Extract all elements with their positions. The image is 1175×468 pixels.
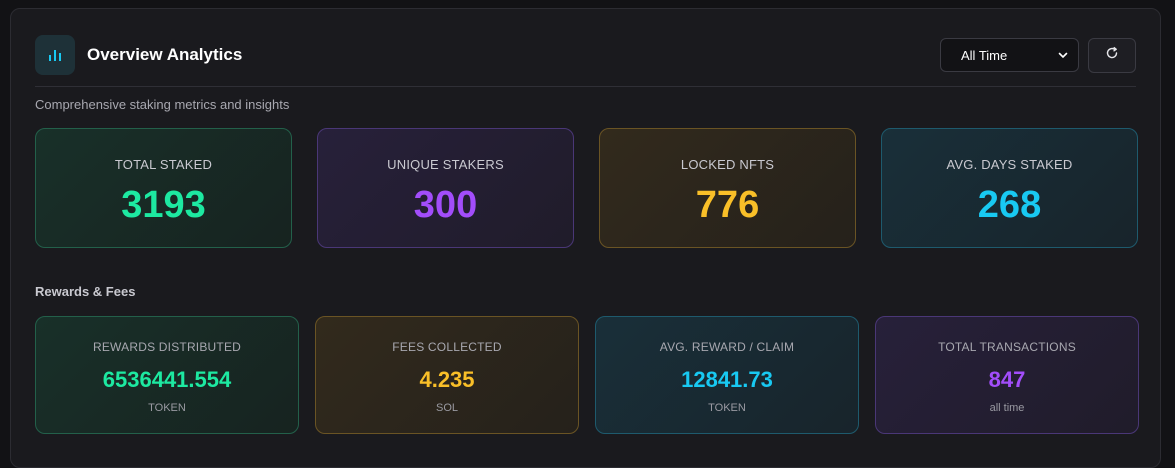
stat-label: TOTAL STAKED <box>114 157 213 172</box>
stat-card-locked-nfts: LOCKED NFTS 776 <box>599 128 856 248</box>
stat-label: LOCKED NFTS <box>680 157 775 172</box>
stat-value: 300 <box>413 184 478 226</box>
panel-header: Overview Analytics All Time <box>35 35 1136 75</box>
reward-unit: TOKEN <box>148 402 186 414</box>
stat-value: 3193 <box>121 184 206 226</box>
refresh-button[interactable] <box>1088 37 1136 73</box>
rewards-stats: REWARDS DISTRIBUTED 6536441.554 TOKEN FE… <box>35 316 1139 434</box>
reward-card-avg-reward-per-claim: AVG. REWARD / CLAIM 12841.73 TOKEN <box>595 316 859 434</box>
stat-card-unique-stakers: UNIQUE STAKERS 300 <box>317 128 574 248</box>
chevron-down-icon <box>1058 48 1068 63</box>
reward-label: FEES COLLECTED <box>392 340 502 354</box>
stat-label: UNIQUE STAKERS <box>387 157 504 172</box>
time-range-select[interactable]: All Time <box>940 38 1079 72</box>
page-subtitle: Comprehensive staking metrics and insigh… <box>35 97 290 112</box>
stat-card-avg-days-staked: AVG. DAYS STAKED 268 <box>881 128 1138 248</box>
reward-value: 4.235 <box>419 367 475 392</box>
reward-value: 6536441.554 <box>102 367 232 392</box>
reward-label: TOTAL TRANSACTIONS <box>938 340 1076 354</box>
stat-label: AVG. DAYS STAKED <box>946 157 1073 172</box>
reward-unit: all time <box>989 402 1025 414</box>
stat-value: 776 <box>695 184 760 226</box>
staking-stats: TOTAL STAKED 3193 UNIQUE STAKERS 300 LOC… <box>35 128 1138 248</box>
stat-value: 268 <box>977 184 1042 226</box>
reward-value: 12841.73 <box>681 367 773 392</box>
reward-card-rewards-distributed: REWARDS DISTRIBUTED 6536441.554 TOKEN <box>35 316 299 434</box>
header-divider <box>35 86 1136 87</box>
reward-card-total-transactions: TOTAL TRANSACTIONS 847 all time <box>875 316 1139 434</box>
reward-card-fees-collected: FEES COLLECTED 4.235 SOL <box>315 316 579 434</box>
header-controls: All Time <box>940 37 1136 73</box>
overview-analytics-panel: Overview Analytics All Time Comprehensiv… <box>10 8 1161 468</box>
reward-unit: TOKEN <box>708 402 746 414</box>
reward-unit: SOL <box>435 402 458 414</box>
rewards-section-title: Rewards & Fees <box>35 284 136 299</box>
time-range-value: All Time <box>961 47 1008 63</box>
reward-value: 847 <box>988 367 1026 392</box>
bar-chart-icon <box>35 35 75 75</box>
reward-label: REWARDS DISTRIBUTED <box>92 340 242 354</box>
page-title: Overview Analytics <box>87 45 243 64</box>
reward-label: AVG. REWARD / CLAIM <box>659 340 795 354</box>
stat-card-total-staked: TOTAL STAKED 3193 <box>35 128 292 248</box>
refresh-icon <box>1105 46 1119 65</box>
